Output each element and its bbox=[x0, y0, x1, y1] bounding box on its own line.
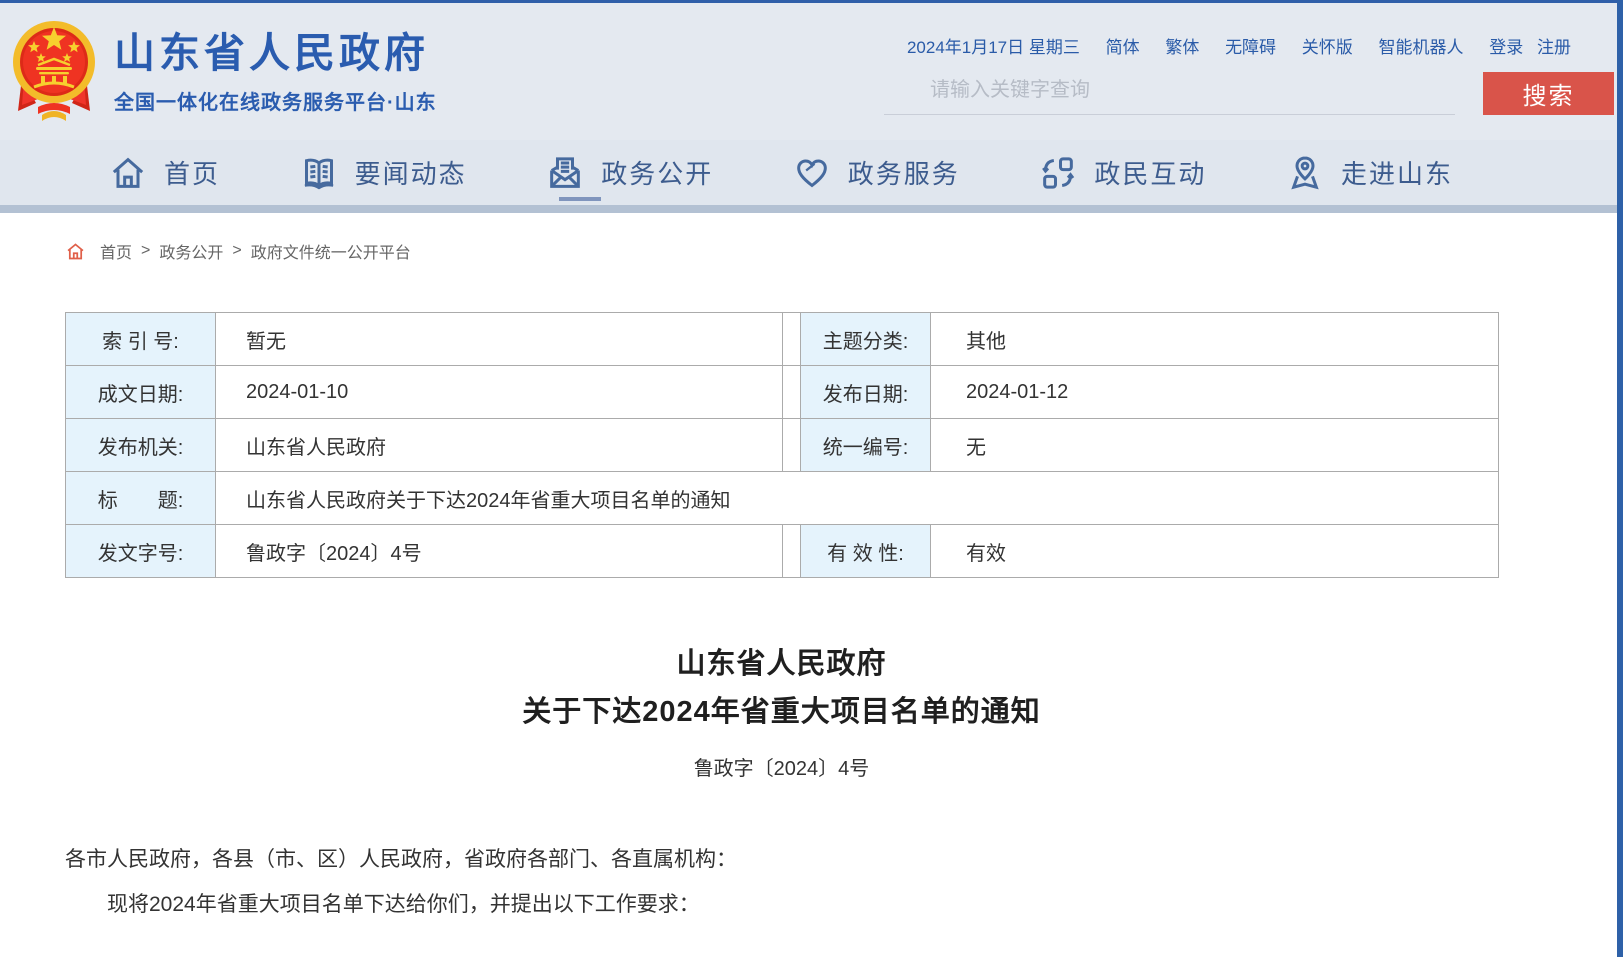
breadcrumb: 首页 > 政务公开 > 政府文件统一公开平台 bbox=[65, 239, 1498, 263]
home-icon bbox=[108, 153, 148, 193]
breadcrumb-current: 政府文件统一公开平台 bbox=[251, 239, 411, 263]
meta-label-index-no: 索 引 号: bbox=[66, 313, 216, 366]
meta-label-publish-date: 发布日期: bbox=[801, 366, 931, 419]
meta-label-written-date: 成文日期: bbox=[66, 366, 216, 419]
link-smart-robot[interactable]: 智能机器人 bbox=[1379, 38, 1464, 57]
meta-label-title: 标 题: bbox=[66, 472, 216, 525]
table-row: 发文字号: 鲁政字〔2024〕4号 有 效 性: 有效 bbox=[66, 525, 1499, 578]
link-login[interactable]: 登录 bbox=[1489, 38, 1523, 57]
paragraph-intro: 现将2024年省重大项目名单下达给你们，并提出以下工作要求： bbox=[65, 882, 1498, 927]
search-input[interactable] bbox=[884, 72, 1455, 115]
meta-value-title: 山东省人民政府关于下达2024年省重大项目名单的通知 bbox=[216, 472, 1499, 525]
map-pin-icon bbox=[1285, 153, 1325, 193]
utility-links-row: 2024年1月17日 星期三 简体 繁体 无障碍 关怀版 智能机器人 登录 注册 bbox=[907, 33, 1571, 58]
document-number: 鲁政字〔2024〕4号 bbox=[65, 752, 1498, 781]
breadcrumb-gov-disclosure[interactable]: 政务公开 bbox=[159, 239, 223, 263]
link-accessibility[interactable]: 无障碍 bbox=[1225, 38, 1276, 57]
site-header: 山东省人民政府 全国一体化在线政务服务平台·山东 2024年1月17日 星期三 … bbox=[0, 3, 1623, 140]
nav-content-divider bbox=[0, 205, 1623, 213]
search-area: 搜索 bbox=[884, 72, 1614, 115]
meta-value-issuing-agency: 山东省人民政府 bbox=[216, 419, 783, 472]
breadcrumb-home[interactable]: 首页 bbox=[100, 239, 132, 263]
nav-item-about-shandong[interactable]: 走进山东 bbox=[1285, 140, 1453, 205]
meta-label-validity: 有 效 性: bbox=[801, 525, 931, 578]
meta-value-index-no: 暂无 bbox=[216, 313, 783, 366]
breadcrumb-separator: > bbox=[141, 242, 150, 260]
current-date: 2024年1月17日 星期三 bbox=[907, 38, 1080, 57]
site-title: 山东省人民政府 bbox=[114, 31, 437, 76]
table-spacer bbox=[783, 313, 801, 366]
document-title: 山东省人民政府 关于下达2024年省重大项目名单的通知 bbox=[65, 640, 1498, 736]
meta-value-written-date: 2024-01-10 bbox=[216, 366, 783, 419]
nav-item-news[interactable]: 要闻动态 bbox=[299, 140, 467, 205]
paragraph-item-1: 一、提高思想认识。 bbox=[65, 948, 1498, 957]
main-navigation: 首页 要闻动态 政务公开 政务服务 bbox=[0, 140, 1623, 205]
site-subtitle: 全国一体化在线政务服务平台·山东 bbox=[114, 86, 437, 115]
link-care-version[interactable]: 关怀版 bbox=[1302, 38, 1353, 57]
meta-value-publish-date: 2024-01-12 bbox=[931, 366, 1499, 419]
table-row: 发布机关: 山东省人民政府 统一编号: 无 bbox=[66, 419, 1499, 472]
meta-value-validity: 有效 bbox=[931, 525, 1499, 578]
nav-label: 首页 bbox=[164, 154, 220, 191]
document-meta-table: 索 引 号: 暂无 主题分类: 其他 成文日期: 2024-01-10 发布日期… bbox=[65, 312, 1499, 578]
document-body: 各市人民政府，各县（市、区）人民政府，省政府各部门、各直属机构： 现将2024年… bbox=[65, 837, 1498, 957]
document-title-line2: 关于下达2024年省重大项目名单的通知 bbox=[65, 688, 1498, 736]
paragraph-addressees: 各市人民政府，各县（市、区）人民政府，省政府各部门、各直属机构： bbox=[65, 837, 1498, 882]
nav-item-gov-services[interactable]: 政务服务 bbox=[792, 140, 960, 205]
nav-item-gov-disclosure[interactable]: 政务公开 bbox=[545, 140, 713, 205]
news-book-icon bbox=[299, 153, 339, 193]
meta-value-unified-no: 无 bbox=[931, 419, 1499, 472]
nav-label: 政务公开 bbox=[601, 154, 713, 191]
main-content: 首页 > 政务公开 > 政府文件统一公开平台 索 引 号: 暂无 主题分类: 其… bbox=[65, 239, 1498, 957]
table-spacer bbox=[783, 525, 801, 578]
heart-service-icon bbox=[792, 153, 832, 193]
meta-label-unified-no: 统一编号: bbox=[801, 419, 931, 472]
table-row: 成文日期: 2024-01-10 发布日期: 2024-01-12 bbox=[66, 366, 1499, 419]
interaction-cycle-icon bbox=[1038, 153, 1078, 193]
table-row: 标 题: 山东省人民政府关于下达2024年省重大项目名单的通知 bbox=[66, 472, 1499, 525]
link-traditional[interactable]: 繁体 bbox=[1165, 38, 1199, 57]
link-simplified[interactable]: 简体 bbox=[1106, 38, 1140, 57]
nav-item-interaction[interactable]: 政民互动 bbox=[1038, 140, 1206, 205]
open-mail-icon bbox=[545, 153, 585, 193]
table-spacer bbox=[783, 366, 801, 419]
page-scrollbar[interactable] bbox=[1617, 0, 1623, 957]
meta-value-topic: 其他 bbox=[931, 313, 1499, 366]
search-button[interactable]: 搜索 bbox=[1483, 72, 1614, 115]
nav-item-home[interactable]: 首页 bbox=[108, 140, 220, 205]
meta-label-issuing-agency: 发布机关: bbox=[66, 419, 216, 472]
breadcrumb-separator: > bbox=[232, 242, 241, 260]
nav-label: 要闻动态 bbox=[355, 154, 467, 191]
meta-label-topic: 主题分类: bbox=[801, 313, 931, 366]
site-brand[interactable]: 山东省人民政府 全国一体化在线政务服务平台·山东 bbox=[8, 15, 437, 125]
national-emblem-logo bbox=[8, 15, 100, 125]
nav-label: 政民互动 bbox=[1094, 154, 1206, 191]
meta-value-doc-number: 鲁政字〔2024〕4号 bbox=[216, 525, 783, 578]
nav-label: 政务服务 bbox=[848, 154, 960, 191]
nav-label: 走进山东 bbox=[1341, 154, 1453, 191]
breadcrumb-home-icon[interactable] bbox=[65, 241, 86, 262]
table-spacer bbox=[783, 419, 801, 472]
document-title-line1: 山东省人民政府 bbox=[65, 640, 1498, 688]
table-row: 索 引 号: 暂无 主题分类: 其他 bbox=[66, 313, 1499, 366]
meta-label-doc-number: 发文字号: bbox=[66, 525, 216, 578]
link-register[interactable]: 注册 bbox=[1537, 38, 1571, 57]
